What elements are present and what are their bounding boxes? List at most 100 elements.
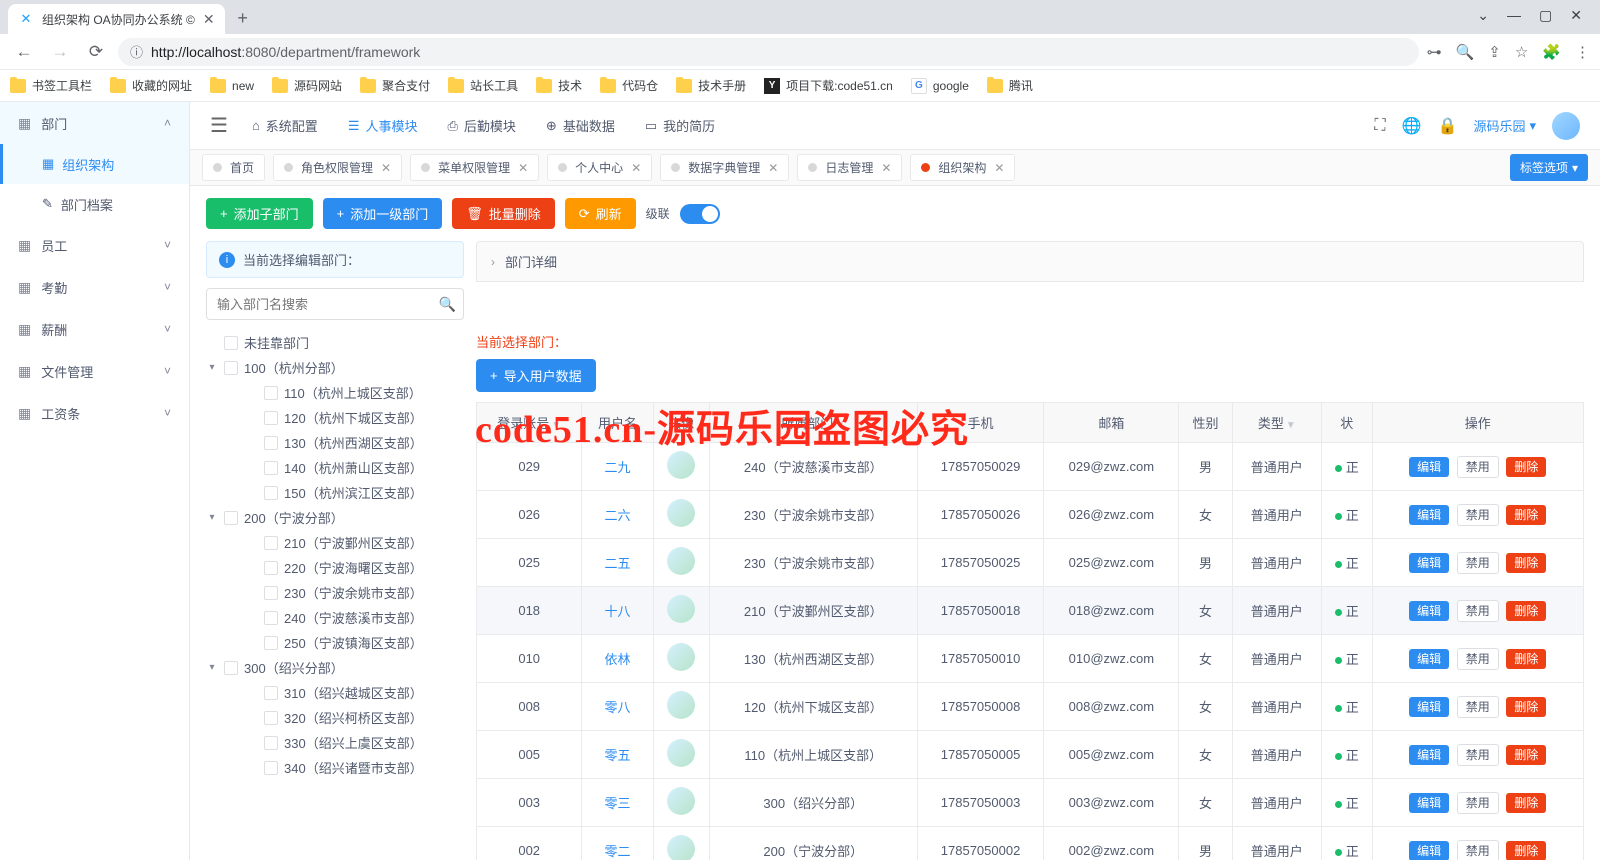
sidebar-item[interactable]: ✎部门档案 — [0, 184, 189, 224]
star-icon[interactable]: ☆ — [1515, 43, 1528, 61]
delete-button[interactable]: 删除 — [1506, 745, 1546, 765]
tree-toggle-icon[interactable]: ▾ — [206, 362, 218, 373]
url-input[interactable]: ⓘ http://localhost:8080/department/frame… — [118, 38, 1419, 66]
checkbox[interactable] — [224, 661, 238, 675]
bookmark-item[interactable]: 书签工具栏 — [10, 77, 92, 94]
edit-button[interactable]: 编辑 — [1409, 697, 1449, 717]
close-icon[interactable]: ✕ — [381, 161, 391, 175]
menu-icon[interactable]: ⋮ — [1575, 43, 1590, 61]
table-header[interactable]: 所属部门▼ — [709, 403, 917, 443]
tree-node[interactable]: ▾100（杭州分部） — [206, 355, 464, 380]
close-icon[interactable]: ✕ — [631, 161, 641, 175]
sub-tab[interactable]: 组织架构✕ — [910, 154, 1015, 181]
search-icon[interactable]: 🔍 — [439, 296, 456, 313]
tree-node[interactable]: 150（杭州滨江区支部） — [226, 480, 464, 505]
checkbox[interactable] — [264, 736, 278, 750]
avatar[interactable] — [1552, 112, 1580, 140]
table-header[interactable]: 头像 — [653, 403, 709, 443]
edit-button[interactable]: 编辑 — [1409, 841, 1449, 860]
minimize-icon[interactable]: — — [1507, 7, 1521, 24]
checkbox[interactable] — [264, 711, 278, 725]
sidebar-group-header[interactable]: ▦文件管理˅ — [0, 350, 189, 392]
detail-collapse-header[interactable]: › 部门详细 — [476, 241, 1584, 282]
table-header[interactable]: 类型▼ — [1232, 403, 1321, 443]
close-icon[interactable]: ✕ — [994, 161, 1004, 175]
sub-tab[interactable]: 角色权限管理✕ — [273, 154, 402, 181]
table-row[interactable]: 003 零三 300（绍兴分部） 17857050003 003@zwz.com… — [477, 779, 1584, 827]
table-row[interactable]: 005 零五 110（杭州上城区支部） 17857050005 005@zwz.… — [477, 731, 1584, 779]
table-row[interactable]: 029 二九 240（宁波慈溪市支部） 17857050029 029@zwz.… — [477, 443, 1584, 491]
sub-tab[interactable]: 数据字典管理✕ — [660, 154, 789, 181]
topnav-item[interactable]: ⎙后勤模块 — [447, 116, 515, 135]
sidebar-group-header[interactable]: ▦工资条˅ — [0, 392, 189, 434]
bookmark-item[interactable]: 技术 — [536, 77, 582, 94]
add-top-dept-button[interactable]: +添加一级部门 — [323, 198, 443, 229]
topnav-item[interactable]: ☰人事模块 — [348, 116, 418, 135]
tree-node[interactable]: 230（宁波余姚市支部） — [226, 580, 464, 605]
edit-button[interactable]: 编辑 — [1409, 793, 1449, 813]
edit-button[interactable]: 编辑 — [1409, 553, 1449, 573]
batch-delete-button[interactable]: 🗑批量删除 — [452, 198, 555, 229]
sub-tab[interactable]: 首页 — [202, 154, 265, 181]
bookmark-item[interactable]: Y项目下载:code51.cn — [764, 77, 893, 94]
checkbox[interactable] — [264, 761, 278, 775]
ban-button[interactable]: 禁用 — [1457, 792, 1499, 814]
edit-button[interactable]: 编辑 — [1409, 457, 1449, 477]
topnav-item[interactable]: ▭我的简历 — [645, 116, 715, 135]
user-link[interactable]: 零八 — [605, 700, 631, 715]
edit-button[interactable]: 编辑 — [1409, 649, 1449, 669]
user-link[interactable]: 零三 — [605, 796, 631, 811]
reload-button[interactable]: ⟳ — [82, 38, 110, 66]
bookmark-item[interactable]: 收藏的网址 — [110, 77, 192, 94]
user-dropdown[interactable]: 源码乐园 ▾ — [1473, 116, 1536, 135]
ban-button[interactable]: 禁用 — [1457, 648, 1499, 670]
table-header[interactable]: 用户名 — [582, 403, 653, 443]
dept-search-input[interactable] — [206, 288, 464, 320]
bookmark-item[interactable]: 技术手册 — [676, 77, 746, 94]
cascade-switch[interactable] — [680, 204, 720, 224]
checkbox[interactable] — [264, 611, 278, 625]
checkbox[interactable] — [264, 636, 278, 650]
table-header[interactable]: 登录账号▼ — [477, 403, 582, 443]
table-row[interactable]: 018 十八 210（宁波鄞州区支部） 17857050018 018@zwz.… — [477, 587, 1584, 635]
search-icon[interactable]: 🔍 — [1456, 43, 1475, 61]
close-icon[interactable]: ✕ — [768, 161, 778, 175]
user-link[interactable]: 二九 — [605, 460, 631, 475]
tree-node[interactable]: 320（绍兴柯桥区支部） — [226, 705, 464, 730]
table-row[interactable]: 026 二六 230（宁波余姚市支部） 17857050026 026@zwz.… — [477, 491, 1584, 539]
checkbox[interactable] — [264, 411, 278, 425]
bookmark-item[interactable]: 源码网站 — [272, 77, 342, 94]
filter-icon[interactable]: ▼ — [835, 420, 845, 431]
tree-node[interactable]: 110（杭州上城区支部） — [226, 380, 464, 405]
sidebar-group-header[interactable]: ▦员工˅ — [0, 224, 189, 266]
share-icon[interactable]: ⇪ — [1488, 43, 1501, 61]
edit-button[interactable]: 编辑 — [1409, 745, 1449, 765]
user-link[interactable]: 零二 — [605, 844, 631, 859]
browser-tab[interactable]: ✕ 组织架构 OA协同办公系统 © ✕ — [8, 4, 225, 34]
ban-button[interactable]: 禁用 — [1457, 840, 1499, 860]
sidebar-group-header[interactable]: ▦考勤˅ — [0, 266, 189, 308]
back-button[interactable]: ← — [10, 38, 38, 66]
bookmark-item[interactable]: 代码仓 — [600, 77, 658, 94]
user-link[interactable]: 依林 — [605, 652, 631, 667]
ban-button[interactable]: 禁用 — [1457, 504, 1499, 526]
close-icon[interactable]: ✕ — [518, 161, 528, 175]
checkbox[interactable] — [264, 461, 278, 475]
delete-button[interactable]: 删除 — [1506, 505, 1546, 525]
checkbox[interactable] — [264, 536, 278, 550]
delete-button[interactable]: 删除 — [1506, 649, 1546, 669]
checkbox[interactable] — [224, 361, 238, 375]
puzzle-icon[interactable]: 🧩 — [1542, 43, 1561, 61]
globe-icon[interactable]: 🌐 — [1402, 116, 1422, 136]
bookmark-item[interactable]: 腾讯 — [987, 77, 1033, 94]
close-tab-icon[interactable]: ✕ — [203, 11, 215, 28]
tree-node[interactable]: 未挂靠部门 — [206, 330, 464, 355]
checkbox[interactable] — [264, 486, 278, 500]
topnav-item[interactable]: ⊕基础数据 — [546, 116, 615, 135]
user-link[interactable]: 十八 — [605, 604, 631, 619]
table-row[interactable]: 025 二五 230（宁波余姚市支部） 17857050025 025@zwz.… — [477, 539, 1584, 587]
sidebar-group-header[interactable]: ▦薪酬˅ — [0, 308, 189, 350]
sidebar-item[interactable]: ▦组织架构 — [0, 144, 189, 184]
import-users-button[interactable]: +导入用户数据 — [476, 359, 596, 392]
tab-options-button[interactable]: 标签选项 ▾ — [1510, 154, 1588, 181]
